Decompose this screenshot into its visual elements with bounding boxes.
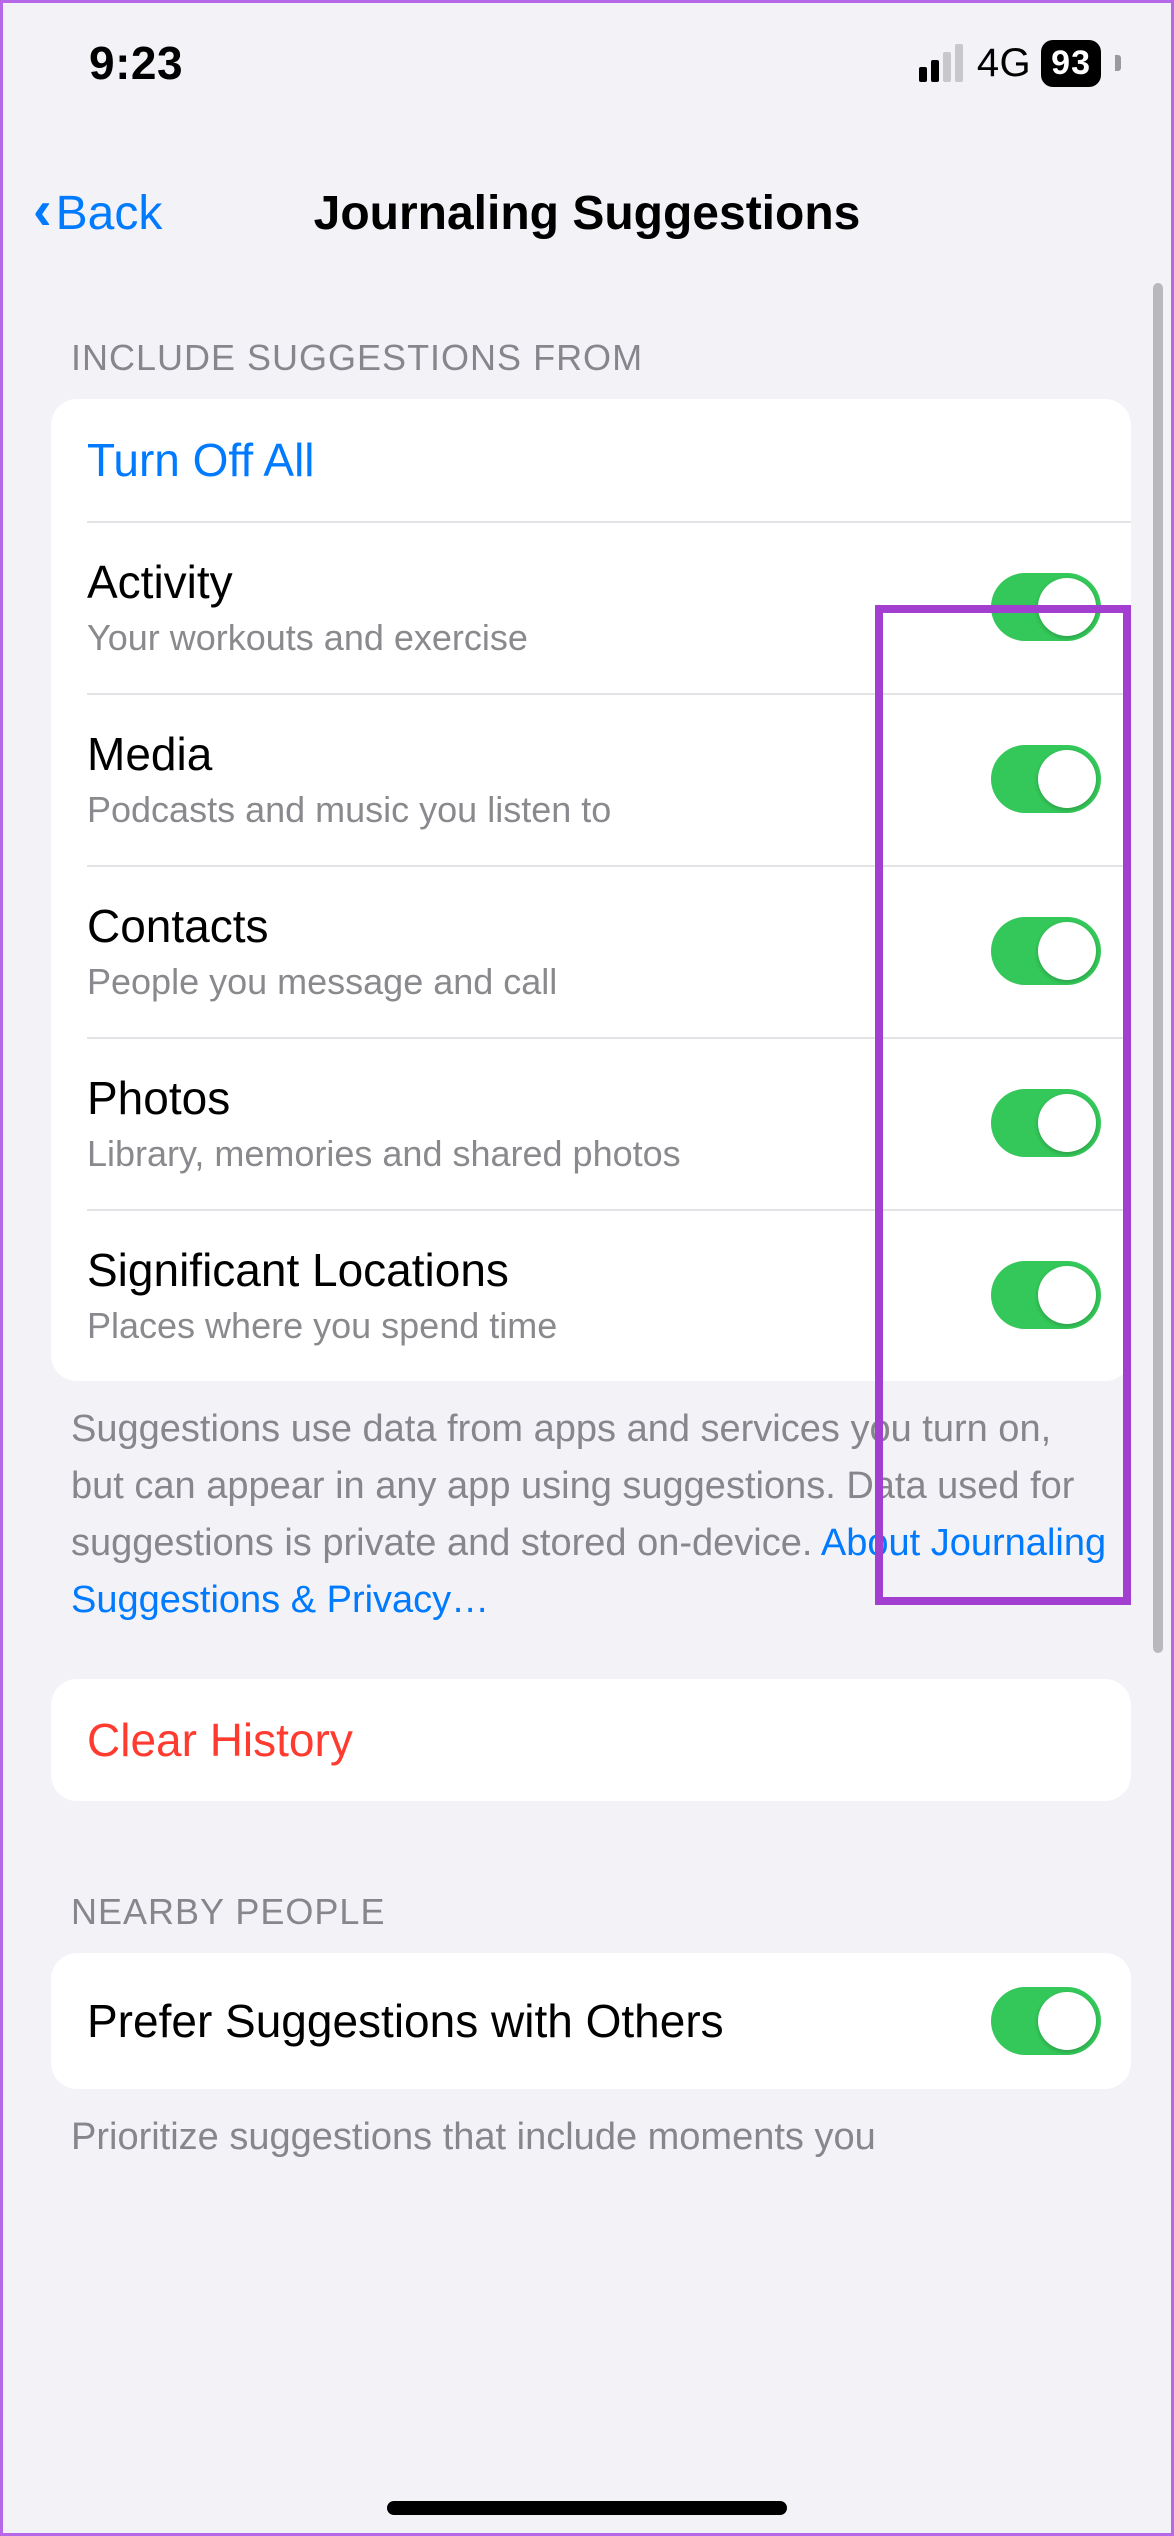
clear-history-button[interactable]: Clear History — [51, 1679, 1131, 1801]
content: INCLUDE SUGGESTIONS FROM Turn Off All Ac… — [3, 293, 1171, 2533]
row-media: Media Podcasts and music you listen to — [51, 693, 1131, 865]
status-bar: 9:23 4G 93 — [3, 3, 1171, 123]
row-locations-subtitle: Places where you spend time — [87, 1305, 991, 1347]
clear-history-card: Clear History — [51, 1679, 1131, 1801]
back-button[interactable]: ‹ Back — [33, 185, 162, 241]
scroll-indicator[interactable] — [1153, 283, 1165, 1653]
scroll-thumb — [1153, 283, 1163, 1653]
status-time: 9:23 — [89, 36, 183, 90]
page-title: Journaling Suggestions — [314, 186, 861, 241]
toggle-prefer-others[interactable] — [991, 1987, 1101, 2055]
toggle-locations[interactable] — [991, 1261, 1101, 1329]
clear-history-label: Clear History — [87, 1713, 353, 1767]
row-significant-locations: Significant Locations Places where you s… — [51, 1209, 1131, 1381]
signal-icon — [919, 44, 963, 82]
back-label: Back — [56, 186, 163, 241]
section-header-nearby: NEARBY PEOPLE — [51, 1801, 1131, 1953]
nearby-footer: Prioritize suggestions that include mome… — [51, 2089, 1131, 2166]
row-locations-title: Significant Locations — [87, 1243, 991, 1297]
row-contacts-title: Contacts — [87, 899, 991, 953]
status-right: 4G 93 — [919, 40, 1121, 87]
turn-off-all-label: Turn Off All — [87, 433, 315, 487]
section-header-include: INCLUDE SUGGESTIONS FROM — [51, 293, 1131, 399]
home-indicator[interactable] — [387, 2501, 787, 2515]
toggle-contacts[interactable] — [991, 917, 1101, 985]
row-media-title: Media — [87, 727, 991, 781]
row-activity-title: Activity — [87, 555, 991, 609]
chevron-left-icon: ‹ — [33, 182, 52, 238]
turn-off-all-button[interactable]: Turn Off All — [51, 399, 1131, 521]
nav-header: ‹ Back Journaling Suggestions — [3, 163, 1171, 263]
nearby-card: Prefer Suggestions with Others — [51, 1953, 1131, 2089]
row-photos-title: Photos — [87, 1071, 991, 1125]
include-card: Turn Off All Activity Your workouts and … — [51, 399, 1131, 1381]
network-label: 4G — [977, 41, 1031, 86]
row-prefer-others-title: Prefer Suggestions with Others — [87, 1994, 991, 2048]
include-footer: Suggestions use data from apps and servi… — [51, 1381, 1131, 1629]
row-activity-subtitle: Your workouts and exercise — [87, 617, 991, 659]
row-contacts-subtitle: People you message and call — [87, 961, 991, 1003]
row-photos-subtitle: Library, memories and shared photos — [87, 1133, 991, 1175]
toggle-photos[interactable] — [991, 1089, 1101, 1157]
row-media-subtitle: Podcasts and music you listen to — [87, 789, 991, 831]
row-photos: Photos Library, memories and shared phot… — [51, 1037, 1131, 1209]
row-contacts: Contacts People you message and call — [51, 865, 1131, 1037]
row-activity: Activity Your workouts and exercise — [51, 521, 1131, 693]
toggle-activity[interactable] — [991, 573, 1101, 641]
toggle-media[interactable] — [991, 745, 1101, 813]
battery-icon: 93 — [1041, 40, 1101, 87]
row-prefer-others: Prefer Suggestions with Others — [51, 1953, 1131, 2089]
battery-tip-icon — [1115, 55, 1121, 71]
